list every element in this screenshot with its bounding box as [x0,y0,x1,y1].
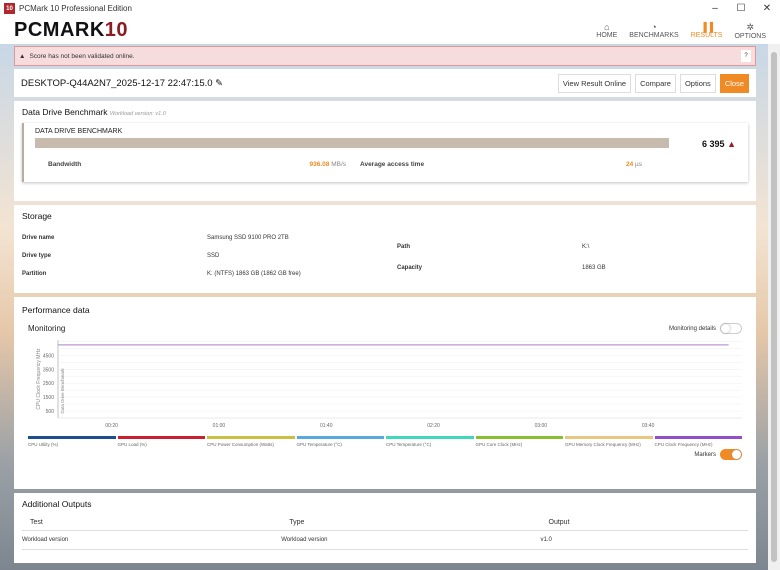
y-tick-label: 500 [46,409,55,415]
close-window-button[interactable]: ✕ [754,3,780,14]
app-header: PCMARK10 ⌂ HOME ◔ BENCHMARKS ▐▐ RESULTS ✲ OP… [0,17,780,44]
legend-swatch [207,436,295,439]
edit-icon[interactable]: ✎ [215,78,223,89]
legend-swatch [386,436,474,439]
warning-icon: ▲ [727,139,736,149]
chart-legend: CPU Utility (%) GPU Load (%) CPU Power Con… [22,436,748,447]
bandwidth-value: 936.08 [309,161,330,168]
gear-icon: ✲ [746,21,755,32]
options-button[interactable]: Options [679,73,716,93]
storage-table: Drive name Samsung SSD 9100 PRO 2TB Path K:… [22,235,606,277]
monitoring-chart: 4500 3500 2500 1500 500 00:20 01:00 01:40 02:20 0… [36,340,742,429]
view-result-online-button[interactable]: View Result Online [557,73,632,93]
x-tick-label: 02:20 [427,423,440,429]
result-header: DESKTOP-Q44A2N7_2025-12-17 22:47:15.0 ✎ … [14,69,756,97]
close-button[interactable]: Close [719,73,749,93]
title-bar: 10 PCMark 10 Professional Edition – ☐ ✕ [0,0,780,17]
x-tick-label: 01:00 [213,423,226,429]
y-tick-label: 1500 [43,395,54,401]
card-title: DATA DRIVE BENCHMARK [35,128,123,135]
window-title: PCMark 10 Professional Edition [19,4,132,13]
monitoring-details-label: Monitoring details [668,325,716,332]
marker-label: Data Drive Benchmark [60,368,65,414]
section-title: Performance data [22,305,90,315]
legend-swatch [117,436,205,439]
score-bar [35,138,669,148]
x-tick-label: 01:40 [320,423,333,429]
x-tick-label: 00:20 [105,423,118,429]
logo: PCMARK10 [14,19,129,41]
legend-item[interactable]: GPU Load (%) [117,436,205,447]
x-tick-label: 03:00 [535,423,548,429]
score: 6 395 ▲ [702,139,736,149]
warning-icon: ▲ [19,52,26,60]
scrollbar[interactable] [768,44,780,570]
compare-button[interactable]: Compare [635,73,676,93]
legend-item[interactable]: GPU Memory Clock Frequency (MHz) [565,436,653,447]
help-button[interactable]: ? [741,50,751,62]
minimize-button[interactable]: – [702,3,728,14]
nav-home[interactable]: ⌂ HOME [596,22,617,40]
legend-item[interactable]: CPU Utility (%) [28,436,116,447]
legend-item[interactable]: CPU Power Consumption (Watts) [207,436,295,447]
markers-label: Markers [694,451,716,458]
gauge-icon: ◔ [651,21,657,32]
app-icon: 10 [4,3,15,14]
legend-item[interactable]: GPU Temperature (°C) [296,436,384,447]
legend-swatch [296,436,384,439]
monitoring-title: Monitoring [28,324,66,333]
legend-item[interactable]: GPU Core Clock (MHz) [475,436,563,447]
benchmark-panel: Data Drive Benchmark Workload version: v… [14,101,756,201]
bandwidth-label: Bandwidth [48,161,82,168]
section-title: Additional Outputs [22,499,92,509]
legend-swatch [654,436,742,439]
legend-item[interactable]: CPU Clock Frequency (MHz) [654,436,742,447]
markers-toggle[interactable] [720,449,742,460]
access-label: Average access time [360,161,425,168]
result-title: DESKTOP-Q44A2N7_2025-12-17 22:47:15.0 ✎ [21,77,224,89]
nav-benchmarks[interactable]: ◔ BENCHMARKS [629,22,678,40]
home-icon: ⌂ [604,21,610,32]
outputs-panel: Additional Outputs Test Type Output Worklo… [14,493,756,563]
access-value: 24 [626,161,634,168]
storage-panel: Storage Drive name Samsung SSD 9100 PRO 2… [14,205,756,293]
nav-results[interactable]: ▐▐ RESULTS [691,22,723,40]
legend-item[interactable]: CPU Temperature (°C) [386,436,474,447]
x-tick-label: 03:40 [642,423,655,429]
y-tick-label: 3500 [43,367,54,373]
outputs-table: Test Type Output Workload version Workload … [22,515,748,550]
bar-chart-icon: ▐▐ [700,21,713,32]
validation-alert: ▲ Score has not been validated online. ? [14,46,756,66]
section-title: Storage [22,211,52,221]
y-axis-label: CPU Clock Frequency MHz [36,348,42,410]
legend-swatch [565,436,653,439]
scrollbar-thumb[interactable] [771,52,777,562]
legend-swatch [475,436,563,439]
performance-panel: Performance data Monitoring Monitoring d… [14,297,756,489]
y-tick-label: 4500 [43,353,54,359]
y-tick-label: 2500 [43,381,54,387]
monitoring-details-toggle[interactable] [720,323,742,334]
benchmark-card: DATA DRIVE BENCHMARK 6 395 ▲ Bandwidth 9… [22,123,748,182]
table-row: Workload version Workload version v1.0 [22,530,748,550]
alert-text: Score has not been validated online. [29,52,135,60]
nav-options[interactable]: ✲ OPTIONS [734,22,766,40]
section-title: Data Drive Benchmark Workload version: v… [22,107,166,117]
legend-swatch [28,436,116,439]
maximize-button[interactable]: ☐ [728,3,754,14]
